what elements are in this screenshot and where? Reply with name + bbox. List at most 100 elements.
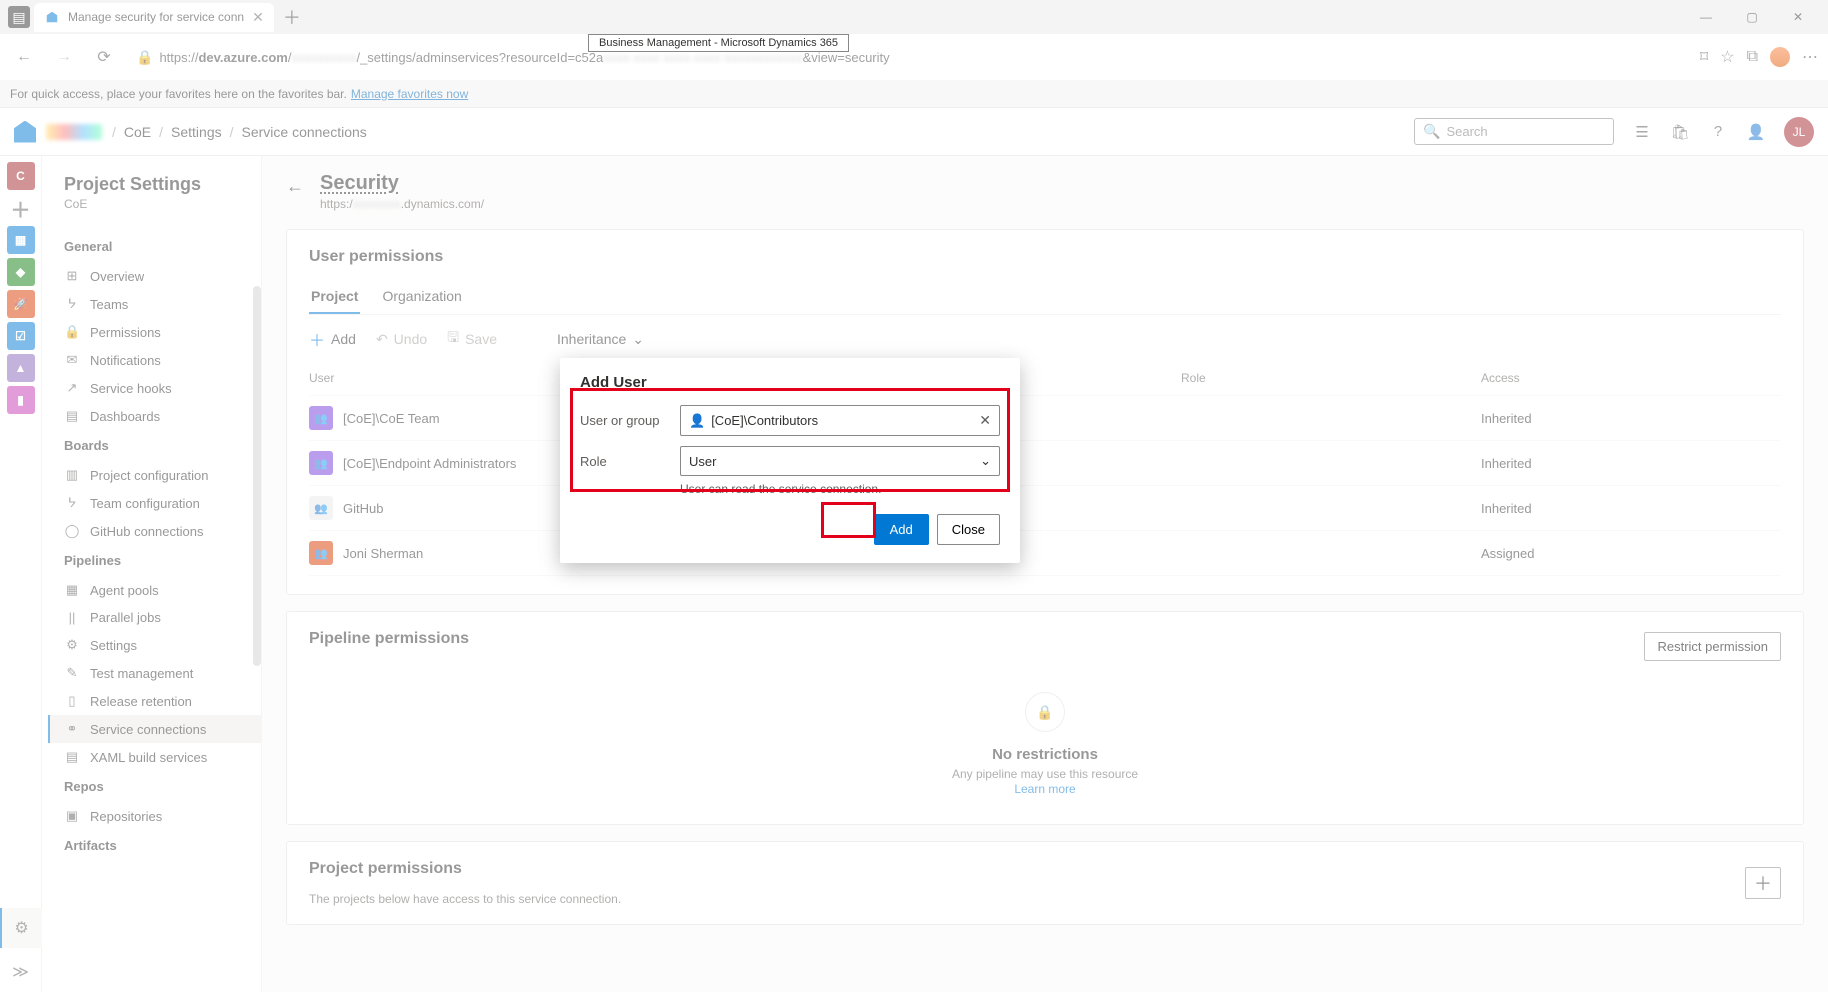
learn-more-link[interactable]: Learn more	[1014, 782, 1075, 796]
sidebar-item-xaml-build-services[interactable]: ▤XAML build services	[48, 743, 261, 771]
shopping-bag-icon[interactable]: 🛍	[1670, 123, 1690, 141]
sidebar-item-permissions[interactable]: 🔒Permissions	[48, 318, 261, 346]
sidebar-item-icon: ▯	[64, 693, 80, 709]
inheritance-dropdown[interactable]: Inheritance⌄	[557, 331, 644, 348]
sidebar-item-dashboards[interactable]: ▤Dashboards	[48, 402, 261, 430]
sidebar-item-icon: ▤	[64, 408, 80, 424]
user-row[interactable]: 👥[CoE]\Endpoint AdministratorsInherited	[309, 441, 1781, 486]
sidebar-item-service-connections[interactable]: ⚭Service connections	[48, 715, 261, 743]
close-tab-icon[interactable]: ✕	[252, 9, 264, 26]
rail-project-icon[interactable]: C	[7, 162, 35, 190]
sidebar-item-label: Team configuration	[90, 496, 200, 511]
sidebar-project: CoE	[48, 197, 261, 231]
sidebar-item-team-configuration[interactable]: ᔭ Team configuration	[48, 489, 261, 517]
user-or-group-label: User or group	[580, 413, 670, 428]
azure-devops-header: / CoE / Settings / Service connections 🔍…	[0, 108, 1828, 156]
search-input[interactable]	[1446, 124, 1622, 139]
collections-icon[interactable]: ⧉	[1747, 48, 1758, 66]
forward-button[interactable]: →	[48, 41, 80, 73]
maximize-button[interactable]: ▢	[1730, 2, 1774, 32]
breadcrumb-item[interactable]: CoE	[124, 124, 151, 140]
rail-add-icon[interactable]: ＋	[7, 194, 35, 222]
org-name-redacted[interactable]	[46, 124, 102, 140]
rail-boards-icon[interactable]: ▦	[7, 226, 35, 254]
sidebar-item-icon: ᔭ	[64, 495, 80, 511]
modal-close-button[interactable]: Close	[937, 514, 1000, 545]
sidebar-item-label: Notifications	[90, 353, 161, 368]
sidebar-item-overview[interactable]: ⊞Overview	[48, 262, 261, 290]
tab-project[interactable]: Project	[309, 280, 360, 314]
reading-list-icon[interactable]: ⌑	[1700, 47, 1708, 67]
undo-button[interactable]: ↶Undo	[376, 331, 427, 348]
rail-pipelines-icon[interactable]: 🚀	[7, 290, 35, 318]
sidebar-item-github-connections[interactable]: ◯GitHub connections	[48, 517, 261, 545]
user-row[interactable]: 👥GitHubInherited	[309, 486, 1781, 531]
left-rail: C ＋ ▦ ◆ 🚀 ☑ ▲ ▮ ⚙ ≫	[0, 156, 42, 992]
sidebar-item-parallel-jobs[interactable]: ||Parallel jobs	[48, 604, 261, 631]
azure-devops-logo-icon[interactable]	[14, 121, 36, 143]
sidebar-item-project-configuration[interactable]: ▥Project configuration	[48, 461, 261, 489]
manage-favorites-link[interactable]: Manage favorites now	[351, 87, 468, 101]
sidebar-item-service-hooks[interactable]: ↗Service hooks	[48, 374, 261, 402]
sidebar-item-teams[interactable]: ᔭTeams	[48, 290, 261, 318]
browser-tab[interactable]: Manage security for service conn ✕	[34, 3, 274, 32]
modal-add-button[interactable]: Add	[874, 514, 929, 545]
sidebar-item-label: Parallel jobs	[90, 610, 161, 625]
rail-artifacts-icon[interactable]: ▲	[7, 354, 35, 382]
help-icon[interactable]: ?	[1708, 123, 1728, 140]
col-role: Role	[1181, 371, 1481, 385]
user-row[interactable]: 👥[CoE]\CoE TeamInherited	[309, 396, 1781, 441]
add-user-modal: Add User User or group 👤[CoE]\Contributo…	[560, 358, 1020, 563]
restrict-permission-button[interactable]: Restrict permission	[1644, 632, 1781, 661]
add-user-button[interactable]: ＋Add	[309, 327, 356, 351]
col-access: Access	[1481, 371, 1781, 385]
role-select[interactable]: User ⌄	[680, 446, 1000, 476]
rail-repos-icon[interactable]: ◆	[7, 258, 35, 286]
sidebar-section-header: Artifacts	[48, 830, 261, 861]
new-tab-button[interactable]: ＋	[278, 3, 306, 31]
breadcrumb-item[interactable]: Service connections	[242, 124, 367, 140]
sidebar-item-test-management[interactable]: ✎Test management	[48, 659, 261, 687]
user-settings-icon[interactable]: 👤	[1746, 123, 1766, 141]
site-info-icon[interactable]: 🔒	[136, 49, 153, 66]
sidebar-item-repositories[interactable]: ▣Repositories	[48, 802, 261, 830]
sidebar-section-header: Pipelines	[48, 545, 261, 576]
edge-menu-icon[interactable]: ▤	[8, 6, 30, 28]
close-window-button[interactable]: ✕	[1776, 2, 1820, 32]
list-view-icon[interactable]: ☰	[1632, 123, 1652, 141]
add-project-button[interactable]: ＋	[1745, 867, 1781, 899]
user-row-access: Inherited	[1481, 456, 1781, 471]
profile-avatar[interactable]	[1770, 47, 1790, 67]
rail-other-icon[interactable]: ▮	[7, 386, 35, 414]
address-bar: ← → ⟳ 🔒 https://dev.azure.com/xxxxxxxxxx…	[0, 34, 1828, 80]
no-restrictions-sub: Any pipeline may use this resource	[309, 767, 1781, 781]
sidebar-item-notifications[interactable]: ✉Notifications	[48, 346, 261, 374]
url-field[interactable]: 🔒 https://dev.azure.com/xxxxxxxxxx/_sett…	[128, 49, 1692, 66]
scrollbar-thumb[interactable]	[253, 286, 261, 666]
page-subtitle: https:/xxxxxxxx.dynamics.com/	[320, 197, 484, 211]
user-row-avatar: 👥	[309, 496, 333, 520]
user-row[interactable]: 👥Joni ShermanAssigned	[309, 531, 1781, 576]
rail-settings-icon[interactable]: ⚙	[0, 908, 42, 948]
rail-test-icon[interactable]: ☑	[7, 322, 35, 350]
minimize-button[interactable]: —	[1684, 2, 1728, 32]
user-avatar[interactable]: JL	[1784, 117, 1814, 147]
project-permissions-panel: Project permissions The projects below h…	[286, 841, 1804, 925]
sidebar-item-agent-pools[interactable]: ▦Agent pools	[48, 576, 261, 604]
save-button[interactable]: 🖫Save	[447, 327, 497, 351]
favorites-icon[interactable]: ☆	[1720, 47, 1734, 67]
refresh-button[interactable]: ⟳	[88, 41, 120, 73]
back-button[interactable]: ←	[8, 41, 40, 73]
sidebar-item-settings[interactable]: ⚙Settings	[48, 631, 261, 659]
browser-more-icon[interactable]: ⋯	[1802, 47, 1820, 67]
breadcrumb-item[interactable]: Settings	[171, 124, 222, 140]
clear-input-icon[interactable]: ✕	[979, 412, 991, 429]
search-box[interactable]: 🔍	[1414, 118, 1614, 145]
tab-organization[interactable]: Organization	[380, 280, 463, 314]
rail-expand-icon[interactable]: ≫	[12, 952, 29, 992]
project-permissions-sub: The projects below have access to this s…	[309, 892, 621, 906]
sidebar-item-release-retention[interactable]: ▯ Release retention	[48, 687, 261, 715]
back-arrow-icon[interactable]: ←	[286, 172, 304, 197]
sidebar-item-label: Release retention	[90, 694, 192, 709]
user-or-group-input[interactable]: 👤[CoE]\Contributors ✕	[680, 405, 1000, 436]
